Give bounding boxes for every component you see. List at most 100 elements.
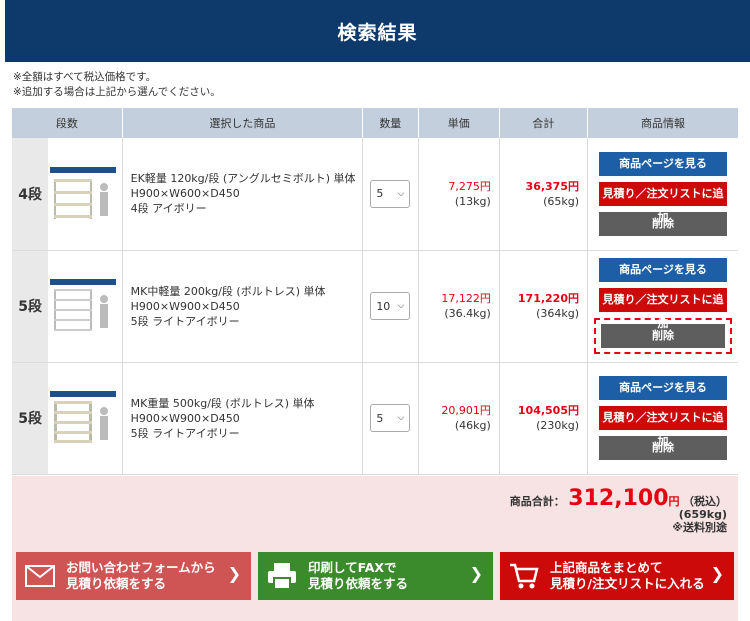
chevron-down-icon: ⌵ [397, 301, 405, 311]
summary-yen: 円 [668, 495, 680, 508]
col-unit-price: 単価 [418, 108, 500, 138]
product-thumbnail[interactable] [48, 138, 123, 251]
col-dan: 段数 [12, 108, 123, 138]
summary-total: 商品合計： 312,100円 （税込） (659kg) ※送料別途 [509, 488, 727, 535]
total-price-cell: 171,220円 (364kg) [499, 250, 589, 363]
quantity-value: 10 [376, 299, 391, 313]
info-cell: 商品ページを見る 見積り／注文リストに追加 削除 [587, 250, 738, 363]
unit-weight: (46kg) [454, 419, 491, 432]
table-row: 5段 [12, 362, 738, 475]
inquiry-line2: 見積り依頼をする [66, 576, 167, 591]
product-cell: MK中軽量 200kg/段 (ボルトレス) 単体 H900×W900×D450 … [122, 250, 364, 363]
product-cell: MK重量 500kg/段 (ボルトレス) 単体 H900×W900×D450 5… [122, 362, 364, 475]
summary-label: 商品合計： [509, 495, 565, 508]
chevron-down-icon: ⌵ [397, 188, 405, 199]
chevron-right-icon: ❯ [227, 564, 241, 583]
dan-cell: 4段 [12, 138, 49, 251]
dan-cell: 5段 [12, 250, 49, 363]
summary-panel: 商品合計： 312,100円 （税込） (659kg) ※送料別途 お問い合わせ… [12, 476, 738, 621]
quantity-select[interactable]: 5 ⌵ [370, 179, 411, 208]
add-to-list-button[interactable]: 見積り／注文リストに追加 [599, 181, 727, 224]
unit-weight: (13kg) [454, 194, 491, 208]
product-size: H900×W900×D450 [130, 411, 240, 425]
table-row: 5段 [12, 250, 738, 363]
quantity-value: 5 [376, 411, 384, 425]
product-page-button[interactable]: 商品ページを見る [599, 376, 727, 400]
shelf-image [50, 164, 117, 223]
mail-icon [24, 560, 56, 592]
product-spec: 4段 アイボリー [130, 202, 207, 216]
fax-line1: 印刷してFAXで [308, 560, 397, 575]
add-all-line1: 上記商品をまとめて [550, 560, 663, 575]
info-cell: 商品ページを見る 見積り／注文リストに追加 削除 [587, 138, 738, 251]
summary-tax: （税込） [683, 495, 727, 508]
product-thumbnail[interactable] [48, 250, 123, 363]
product-page-button[interactable]: 商品ページを見る [599, 258, 727, 282]
notes: ※全額はすべて税込価格です。 ※追加する場合は上記から選んでください。 [13, 70, 221, 100]
fax-button[interactable]: 印刷してFAXで 見積り依頼をする ❯ [258, 552, 493, 600]
fax-line2: 見積り依頼をする [308, 576, 409, 591]
col-product: 選択した商品 [122, 108, 364, 138]
add-all-to-list-button[interactable]: 上記商品をまとめて 見積り/注文リストに入れる ❯ [500, 552, 734, 600]
quantity-value: 5 [376, 187, 384, 201]
delete-button[interactable]: 削除 [599, 436, 727, 460]
qty-cell: 10 ⌵ [362, 250, 419, 363]
unit-price: 20,901円 [441, 404, 491, 417]
total-weight: (65kg) [543, 194, 579, 208]
dan-cell: 5段 [12, 362, 49, 475]
total-weight: (230kg) [536, 419, 579, 432]
page-title: 検索結果 [337, 21, 418, 44]
table-header-row: 段数 選択した商品 数量 単価 合計 商品情報 [12, 108, 738, 138]
product-name: MK中軽量 200kg/段 (ボルトレス) 単体 [130, 284, 326, 298]
inquiry-form-button[interactable]: お問い合わせフォームから 見積り依頼をする ❯ [16, 552, 251, 600]
total-price: 104,505円 [517, 404, 579, 417]
results-table: 段数 選択した商品 数量 単価 合計 商品情報 4段 EK軽量 120kg/段 … [12, 108, 738, 475]
shipping-note: ※送料別途 [672, 521, 727, 534]
quantity-select[interactable]: 5 ⌵ [370, 404, 411, 432]
inquiry-line1: お問い合わせフォームから [66, 560, 216, 575]
printer-icon [266, 560, 298, 592]
shelf-image [50, 389, 117, 447]
unit-weight: (36.4kg) [444, 307, 491, 320]
unit-price: 7,275円 [448, 179, 491, 193]
shelf-image [50, 277, 117, 335]
product-spec: 5段 ライトアイボリー [130, 314, 240, 328]
delete-button[interactable]: 削除 [601, 324, 725, 348]
total-price: 36,375円 [525, 179, 579, 193]
product-spec: 5段 ライトアイボリー [130, 426, 240, 440]
summary-price: 312,100 [568, 486, 669, 511]
chevron-right-icon: ❯ [469, 564, 483, 583]
info-cell: 商品ページを見る 見積り／注文リストに追加 削除 [587, 362, 738, 475]
add-all-line2: 見積り/注文リストに入れる [550, 576, 705, 591]
table-row: 4段 EK軽量 120kg/段 (アングルセミボルト) 単体 H900×W600… [12, 138, 738, 251]
note-add: ※追加する場合は上記から選んでください。 [13, 86, 221, 98]
delete-button[interactable]: 削除 [599, 211, 727, 236]
product-cell: EK軽量 120kg/段 (アングルセミボルト) 単体 H900×W600×D4… [122, 138, 364, 251]
add-to-list-button[interactable]: 見積り／注文リストに追加 [599, 288, 727, 330]
delete-highlight: 削除 [594, 318, 732, 354]
qty-cell: 5 ⌵ [362, 362, 419, 475]
unit-price-cell: 17,122円 (36.4kg) [418, 250, 500, 363]
unit-price-cell: 7,275円 (13kg) [418, 138, 500, 251]
cart-icon [508, 560, 540, 592]
product-thumbnail[interactable] [48, 362, 123, 475]
chevron-right-icon: ❯ [710, 564, 724, 583]
col-qty: 数量 [362, 108, 419, 138]
unit-price-cell: 20,901円 (46kg) [418, 362, 500, 475]
quantity-select[interactable]: 10 ⌵ [370, 292, 411, 320]
qty-cell: 5 ⌵ [362, 138, 419, 251]
col-info: 商品情報 [587, 108, 738, 138]
chevron-down-icon: ⌵ [397, 413, 405, 423]
page-header: 検索結果 [5, 0, 750, 62]
product-size: H900×W900×D450 [130, 299, 240, 313]
note-tax: ※全額はすべて税込価格です。 [13, 71, 157, 83]
total-price: 171,220円 [517, 292, 579, 305]
product-page-button[interactable]: 商品ページを見る [599, 151, 727, 176]
unit-price: 17,122円 [441, 292, 491, 305]
product-size: H900×W600×D450 [130, 187, 240, 201]
total-weight: (364kg) [536, 307, 579, 320]
product-name: MK重量 500kg/段 (ボルトレス) 単体 [130, 396, 315, 410]
col-total: 合計 [499, 108, 589, 138]
total-price-cell: 36,375円 (65kg) [499, 138, 589, 251]
add-to-list-button[interactable]: 見積り／注文リストに追加 [599, 406, 727, 448]
